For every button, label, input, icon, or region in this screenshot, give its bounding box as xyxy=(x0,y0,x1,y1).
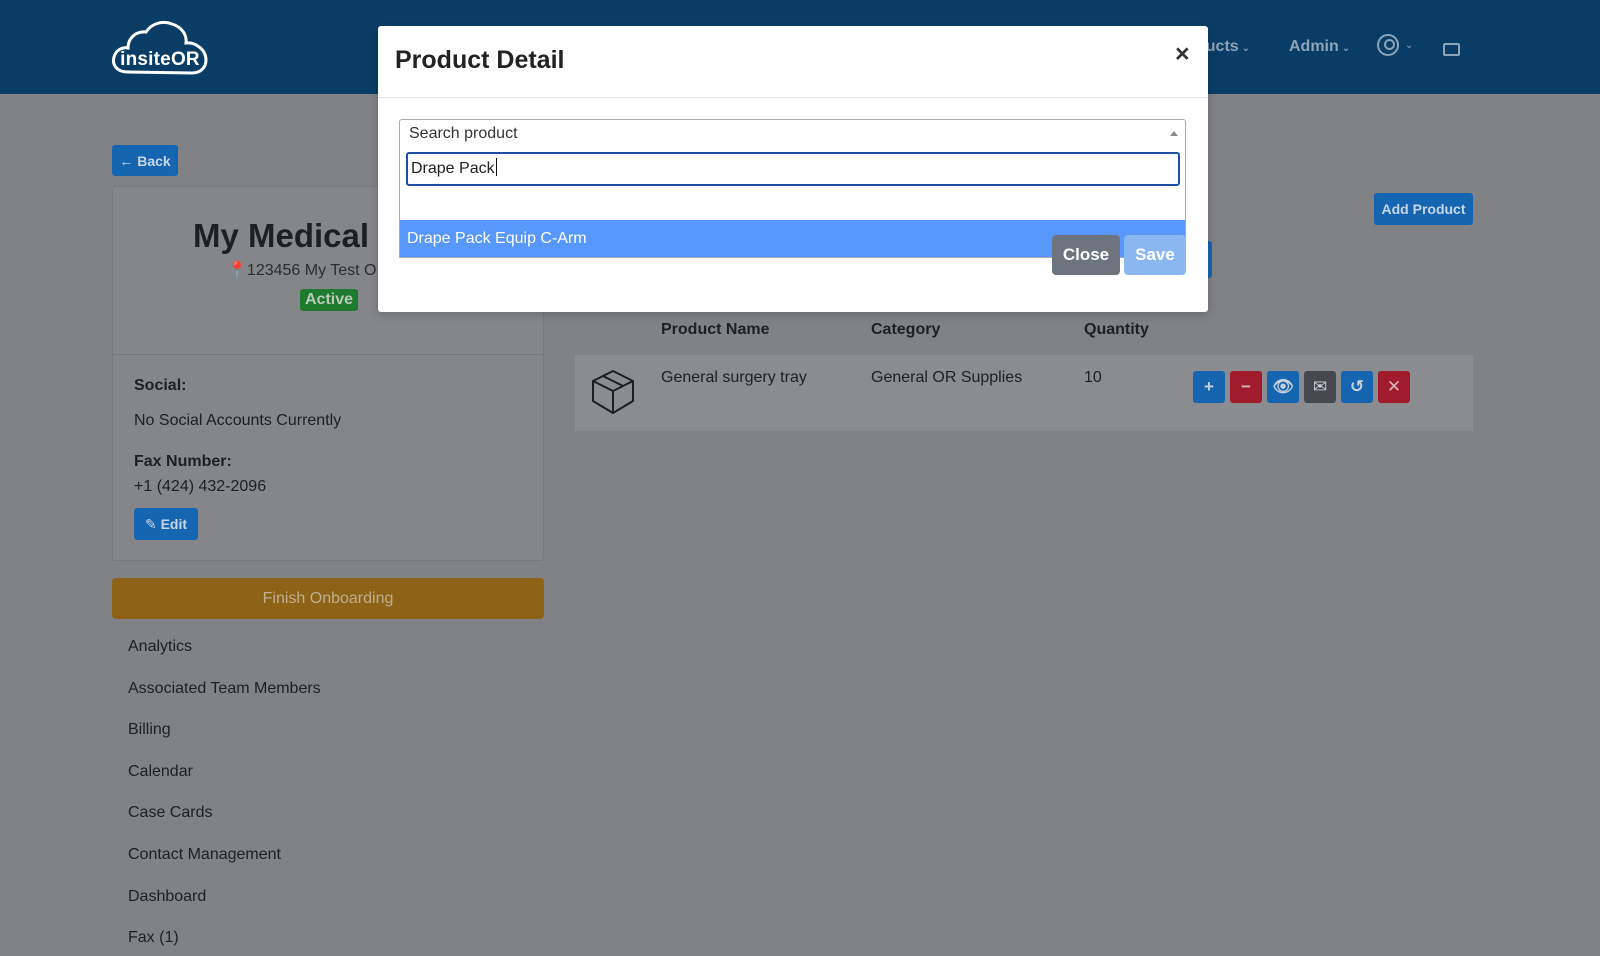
add-product-button[interactable]: Add Product xyxy=(1374,193,1473,225)
chevron-down-icon[interactable]: ⌄ xyxy=(1405,40,1413,51)
eye-icon: 👁 xyxy=(1272,377,1294,396)
product-search-value: Drape Pack xyxy=(411,160,495,177)
app-logo[interactable]: insiteOR xyxy=(110,20,210,76)
back-button[interactable]: ← Back xyxy=(112,145,178,176)
modal-close-button[interactable]: Close xyxy=(1052,235,1120,275)
column-header-category: Category xyxy=(871,321,941,338)
box-icon xyxy=(592,370,634,414)
product-select[interactable]: Search product xyxy=(399,119,1186,148)
side-nav-item-contact-management[interactable]: Contact Management xyxy=(128,846,428,888)
column-header-quantity: Quantity xyxy=(1084,321,1149,338)
social-label: Social: xyxy=(134,377,187,394)
product-name-cell: General surgery tray xyxy=(661,369,807,386)
back-button-label: Back xyxy=(137,152,171,169)
side-nav-item-billing[interactable]: Billing xyxy=(128,721,428,763)
mail-icon[interactable] xyxy=(1443,43,1460,56)
finish-onboarding-button[interactable]: Finish Onboarding xyxy=(112,578,544,619)
close-icon[interactable]: × xyxy=(1175,42,1190,67)
quantity-cell: 10 xyxy=(1084,369,1102,386)
side-nav-item-team-members[interactable]: Associated Team Members xyxy=(128,680,428,722)
text-cursor xyxy=(495,158,497,176)
nav-admin-label: Admin xyxy=(1289,38,1339,55)
arrow-left-icon: ← xyxy=(119,152,138,169)
close-icon: ✕ xyxy=(1386,377,1402,396)
company-address-text: 123456 My Test O xyxy=(246,262,377,279)
product-select-placeholder: Search product xyxy=(409,125,518,142)
social-value: No Social Accounts Currently xyxy=(134,412,342,429)
edit-button[interactable]: ✎ Edit xyxy=(134,508,198,540)
table-row: General surgery tray General OR Supplies… xyxy=(575,355,1473,431)
side-nav-item-analytics[interactable]: Analytics xyxy=(128,638,428,680)
chevron-down-icon: ⌄ xyxy=(1241,43,1251,54)
decrease-quantity-button[interactable]: − xyxy=(1230,371,1262,403)
side-nav-item-calendar[interactable]: Calendar xyxy=(128,763,428,805)
delete-product-button[interactable]: ✕ xyxy=(1378,371,1410,403)
product-detail-modal: Product Detail × Search product Drape Pa… xyxy=(378,26,1208,312)
product-search-input[interactable]: Drape Pack xyxy=(406,152,1180,186)
edit-icon: ✎ xyxy=(144,515,161,532)
edit-button-label: Edit xyxy=(160,516,188,532)
plus-icon: + xyxy=(1204,377,1214,396)
category-cell: General OR Supplies xyxy=(871,369,1023,386)
divider xyxy=(113,354,543,355)
minus-icon: − xyxy=(1241,377,1251,396)
chevron-down-icon: ⌄ xyxy=(1341,43,1351,54)
view-product-button[interactable]: 👁 xyxy=(1267,371,1299,403)
modal-save-button[interactable]: Save xyxy=(1124,235,1186,275)
company-address: 📍123456 My Test O xyxy=(227,260,376,280)
modal-title: Product Detail xyxy=(395,46,565,74)
company-name: My Medical C xyxy=(193,217,403,254)
logo-text: insiteOR xyxy=(120,49,200,70)
nav-admin-menu[interactable]: Admin ⌄ xyxy=(1289,38,1350,56)
map-pin-icon: 📍 xyxy=(227,262,247,279)
side-nav: Analytics Associated Team Members Billin… xyxy=(128,638,428,956)
column-header-product-name: Product Name xyxy=(661,321,770,338)
email-product-button[interactable]: ✉ xyxy=(1304,371,1336,403)
fax-value: +1 (424) 432-2096 xyxy=(134,478,267,495)
row-actions: + − 👁 ✉ ↺ ✕ xyxy=(1193,371,1410,403)
chevron-up-icon xyxy=(1170,131,1178,136)
fax-label: Fax Number: xyxy=(134,453,232,470)
side-nav-item-case-cards[interactable]: Case Cards xyxy=(128,804,428,846)
user-profile-icon[interactable] xyxy=(1377,34,1399,56)
envelope-icon: ✉ xyxy=(1312,377,1328,396)
increase-quantity-button[interactable]: + xyxy=(1193,371,1225,403)
modal-header: Product Detail × xyxy=(378,26,1208,98)
history-button[interactable]: ↺ xyxy=(1341,371,1373,403)
side-nav-item-fax[interactable]: Fax (1) xyxy=(128,929,428,956)
side-nav-item-dashboard[interactable]: Dashboard xyxy=(128,888,428,930)
history-icon: ↺ xyxy=(1349,377,1365,396)
status-badge: Active xyxy=(300,289,359,311)
